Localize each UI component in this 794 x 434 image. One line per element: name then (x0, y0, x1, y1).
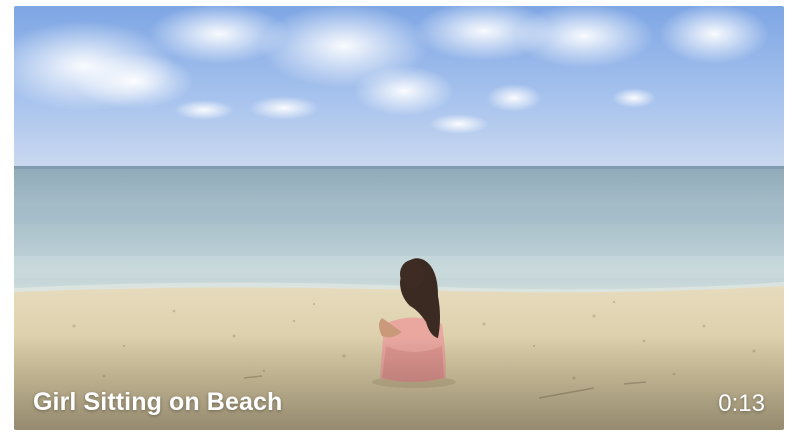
video-duration: 0:13 (718, 390, 765, 417)
video-title[interactable]: Girl Sitting on Beach (33, 388, 282, 417)
video-thumbnail[interactable] (14, 6, 784, 430)
video-card[interactable]: Girl Sitting on Beach 0:13 (14, 6, 784, 430)
